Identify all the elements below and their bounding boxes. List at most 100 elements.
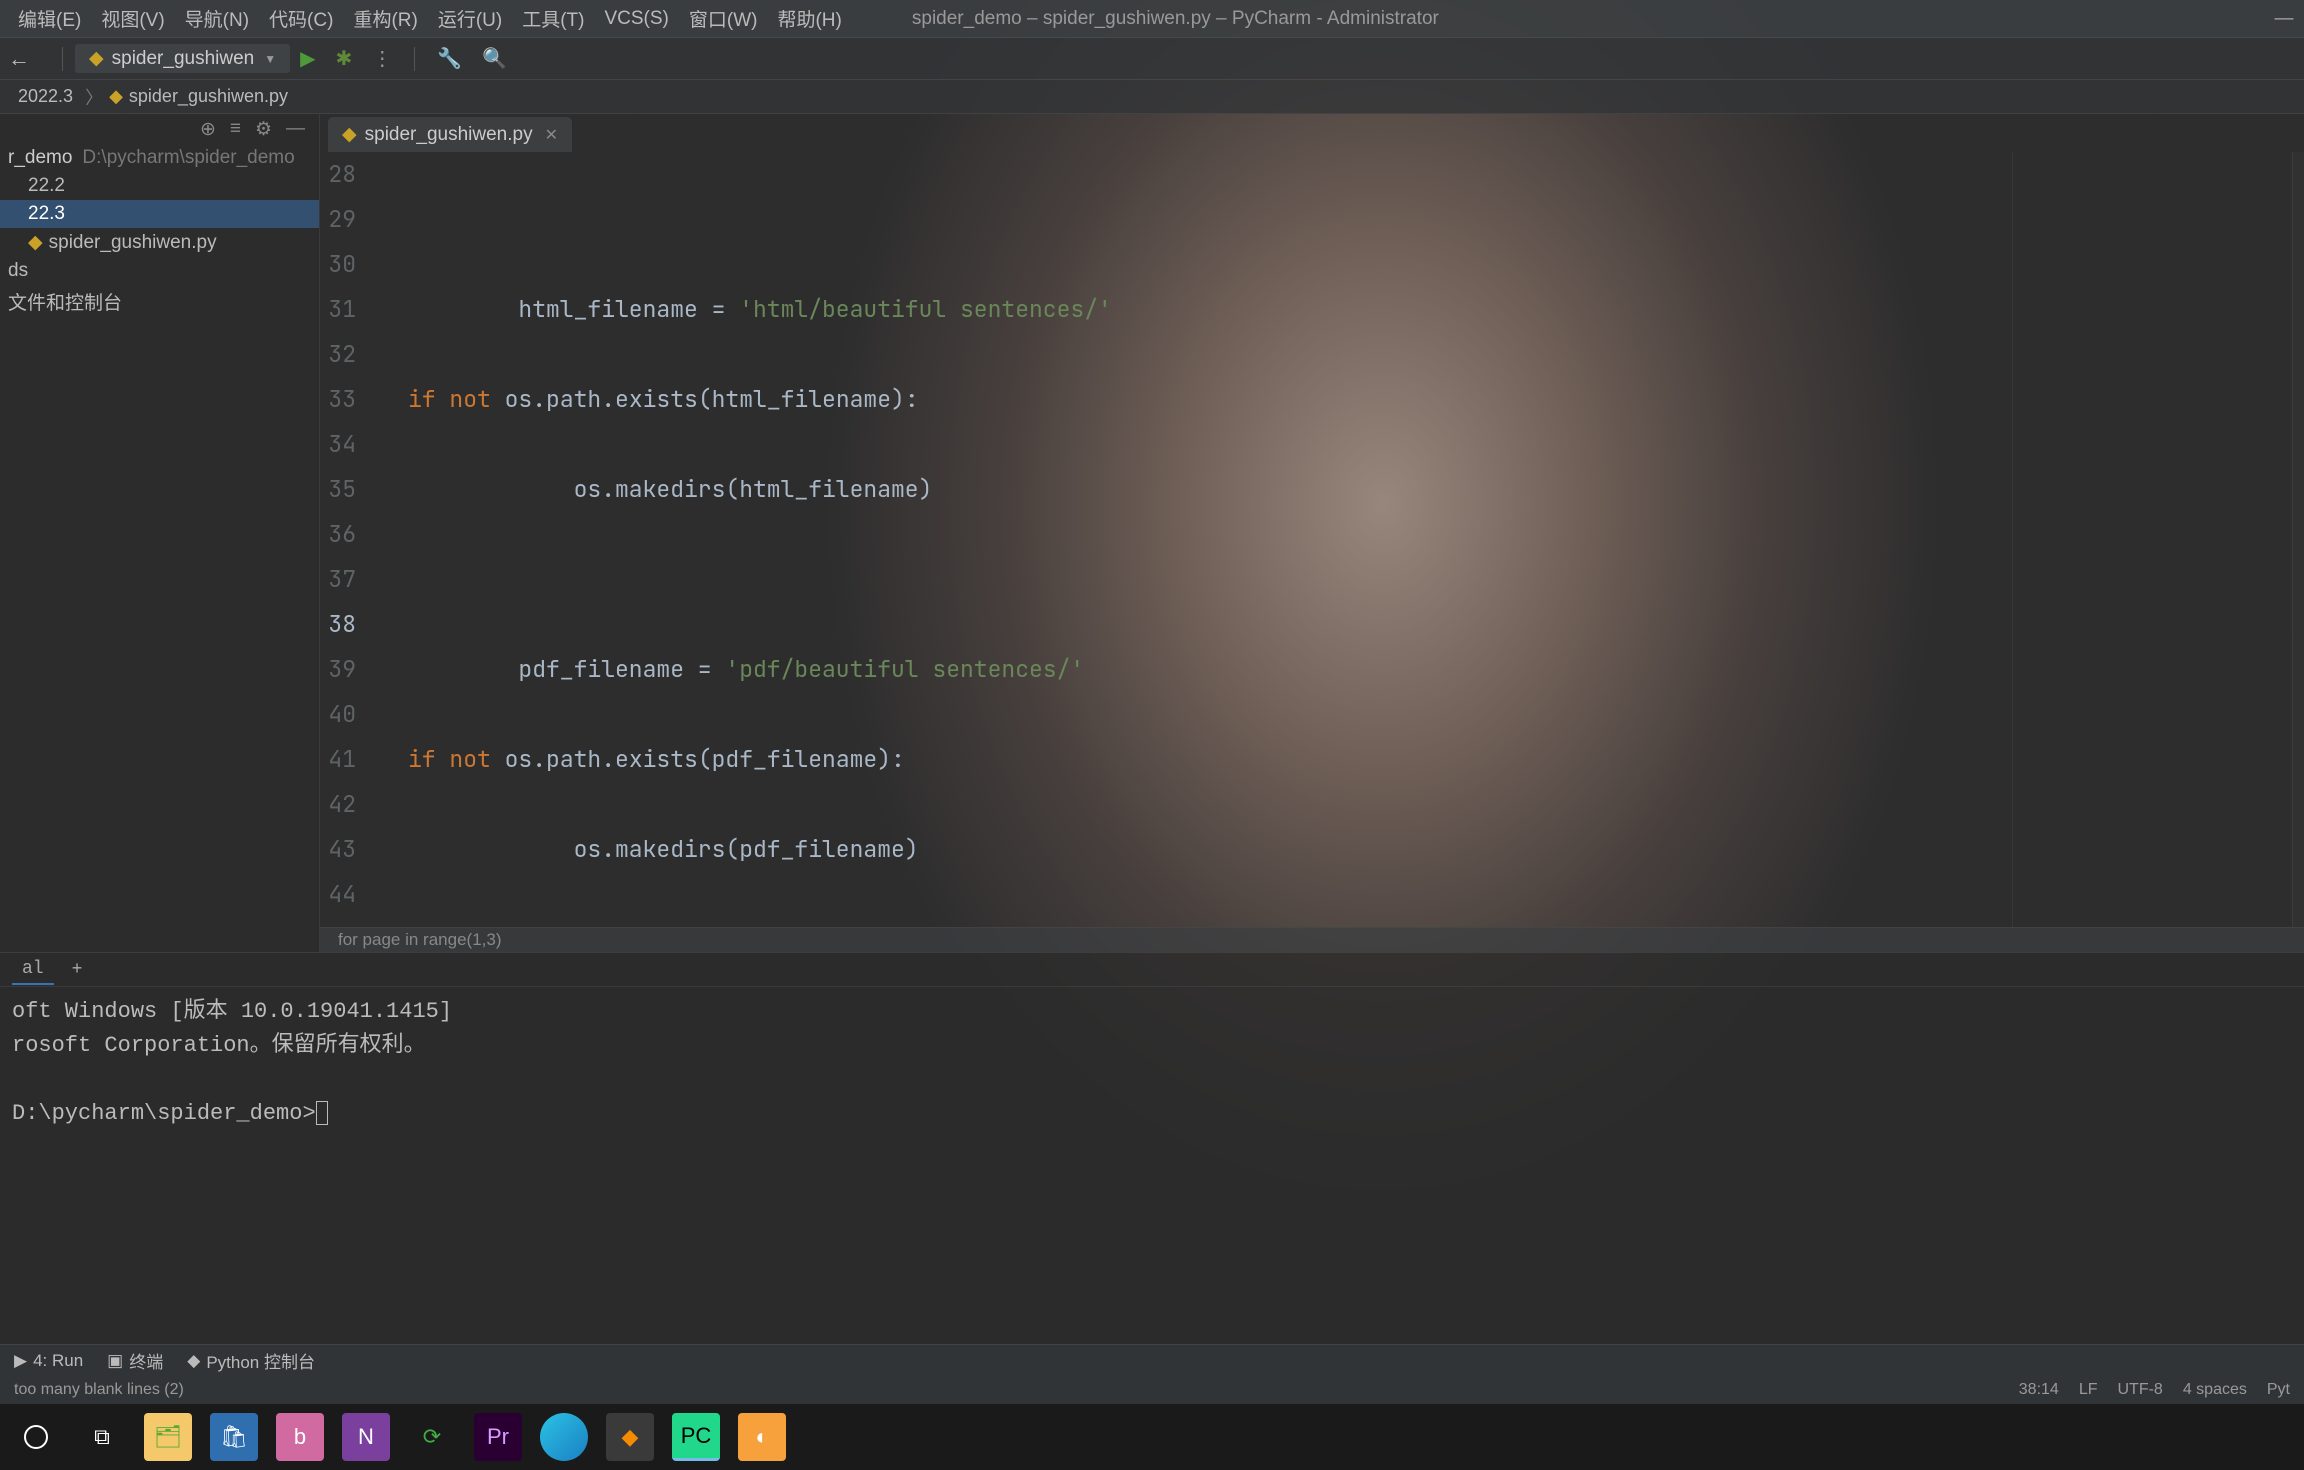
more-run-icon[interactable]: ⋮ [372,46,392,71]
tree-item-label: 22.3 [28,203,65,225]
add-terminal-button[interactable]: + [72,960,83,980]
tree-item-label: 22.2 [28,175,65,197]
gear-icon[interactable]: ⚙ [255,118,272,141]
taskbar-edge-icon[interactable] [540,1413,588,1461]
menu-refactor[interactable]: 重构(R) [343,5,427,32]
code-editor[interactable]: 2829303132333435363738394041424344 html_… [320,152,2304,927]
taskbar-app-icon[interactable]: ◐ [738,1413,786,1461]
tool-tab-label: Python 控制台 [206,1348,315,1373]
main-content: ⊕ ≡ ⚙ — r_demo D:\pycharm\spider_demo 22… [0,114,2304,952]
tree-toolbar: ⊕ ≡ ⚙ — [0,114,319,144]
tool-tab-terminal[interactable]: ▣ 终端 [107,1348,163,1373]
taskbar-explorer-icon[interactable]: 🗂 [144,1413,192,1461]
menu-window[interactable]: 窗口(W) [679,5,768,32]
tree-root-path: D:\pycharm\spider_demo [82,147,294,169]
terminal-tabs: al + [0,953,2304,987]
python-file-icon: ◆ [342,123,357,146]
run-config-selector[interactable]: ◆ spider_gushiwen ▼ [75,44,290,73]
menu-help[interactable]: 帮助(H) [767,5,851,32]
menu-code[interactable]: 代码(C) [259,5,343,32]
settings-wrench-icon[interactable]: 🔧 [437,46,462,71]
tree-item-selected[interactable]: 22.3 [0,200,319,228]
menu-run[interactable]: 运行(U) [428,5,512,32]
editor-tabs: ◆ spider_gushiwen.py ✕ [320,114,2304,152]
chevron-down-icon: ▼ [264,52,276,66]
terminal-prompt: D:\pycharm\spider_demo> [12,1101,316,1126]
editor-area: ◆ spider_gushiwen.py ✕ 28293031323334353… [320,114,2304,952]
menu-bar: 编辑(E) 视图(V) 导航(N) 代码(C) 重构(R) 运行(U) 工具(T… [0,0,2304,38]
language-indicator[interactable]: Pyt [2267,1381,2290,1399]
line-separator[interactable]: LF [2079,1381,2098,1399]
chevron-right-icon: 〉 [85,84,103,110]
taskbar-premiere-icon[interactable]: Pr [474,1413,522,1461]
tree-item-label: spider_gushiwen.py [49,232,217,254]
indent-settings[interactable]: 4 spaces [2183,1381,2247,1399]
terminal-cursor [316,1101,328,1125]
run-button[interactable]: ▶ [300,46,315,71]
toolbar: ← ◆ spider_gushiwen ▼ ▶ ✱ ⋮ 🔧 🔍 [0,38,2304,80]
tool-tab-run[interactable]: ▶4: Run [14,1351,83,1371]
menu-vcs[interactable]: VCS(S) [594,8,678,30]
menu-edit[interactable]: 编辑(E) [8,5,91,32]
caret-position[interactable]: 38:14 [2019,1381,2059,1399]
code-minimap[interactable] [2012,152,2292,927]
search-icon[interactable]: 🔍 [482,46,507,71]
separator [62,47,63,71]
taskbar-app-icon[interactable]: b [276,1413,324,1461]
project-tool-window[interactable]: ⊕ ≡ ⚙ — r_demo D:\pycharm\spider_demo 22… [0,114,320,952]
tree-item-label: ds [8,260,28,282]
tool-window-tabs: ▶4: Run ▣ 终端 ◆ Python 控制台 [0,1344,2304,1376]
debug-button[interactable]: ✱ [336,46,353,71]
breadcrumb-file[interactable]: spider_gushiwen.py [129,86,288,107]
taskbar-taskview-icon[interactable]: ⧉ [78,1413,126,1461]
collapse-icon[interactable]: ≡ [230,118,241,140]
locate-icon[interactable]: ⊕ [200,118,216,141]
tree-item[interactable]: ds [0,257,319,285]
taskbar-sublime-icon[interactable]: ◆ [606,1413,654,1461]
tree-item[interactable]: ◆ spider_gushiwen.py [0,228,319,257]
code-breadcrumb[interactable]: for page in range(1,3) [320,927,2304,952]
taskbar-cortana-icon[interactable] [12,1413,60,1461]
navigation-breadcrumb: 2022.3 〉 ◆ spider_gushiwen.py [0,80,2304,114]
back-arrow-icon[interactable]: ← [8,46,30,72]
taskbar-store-icon[interactable]: 🛍 [210,1413,258,1461]
taskbar-pycharm-icon[interactable]: PC [672,1413,720,1461]
tree-root-label: r_demo [8,147,72,169]
status-message: too many blank lines (2) [14,1381,184,1399]
tool-tab-label: 4: Run [33,1351,83,1371]
tree-project-root[interactable]: r_demo D:\pycharm\spider_demo [0,144,319,172]
tree-item[interactable]: 22.2 [0,172,319,200]
terminal-icon: ▣ [107,1351,123,1371]
hide-icon[interactable]: — [286,118,305,140]
editor-tab-active[interactable]: ◆ spider_gushiwen.py ✕ [328,117,572,152]
terminal-tab-local[interactable]: al [12,955,54,985]
window-title: spider_demo – spider_gushiwen.py – PyCha… [912,8,1439,30]
error-stripe[interactable] [2292,152,2304,927]
taskbar-refresh-icon[interactable]: ⟳ [408,1413,456,1461]
tool-tab-label: 终端 [129,1348,163,1373]
menu-view[interactable]: 视图(V) [91,5,174,32]
python-file-icon: ◆ [109,86,123,107]
terminal-panel: al + oft Windows [版本 10.0.19041.1415] ro… [0,952,2304,1344]
line-gutter: 2829303132333435363738394041424344 [320,152,368,927]
run-config-label: spider_gushiwen [112,48,255,70]
window-minimize-button[interactable]: — [2264,0,2304,38]
breadcrumb-root[interactable]: 2022.3 [18,86,73,107]
terminal-output[interactable]: oft Windows [版本 10.0.19041.1415] rosoft … [0,987,2304,1139]
status-bar: too many blank lines (2) 38:14 LF UTF-8 … [0,1376,2304,1404]
menu-navigate[interactable]: 导航(N) [175,5,259,32]
taskbar-onenote-icon[interactable]: N [342,1413,390,1461]
file-encoding[interactable]: UTF-8 [2118,1381,2163,1399]
python-file-icon: ◆ [89,47,104,70]
close-icon[interactable]: ✕ [545,125,558,145]
tree-item[interactable]: 文件和控制台 [0,285,319,318]
windows-taskbar: ⧉ 🗂 🛍 b N ⟳ Pr ◆ PC ◐ [0,1404,2304,1470]
code-content[interactable]: html_filename = 'html/beautiful sentence… [368,152,2012,927]
python-icon: ◆ [187,1351,200,1371]
tool-tab-python-console[interactable]: ◆ Python 控制台 [187,1348,315,1373]
tree-item-label: 文件和控制台 [8,288,122,315]
tab-label: spider_gushiwen.py [365,124,533,146]
menu-tools[interactable]: 工具(T) [512,5,594,32]
terminal-line: oft Windows [版本 10.0.19041.1415] [12,999,452,1024]
separator [414,47,415,71]
